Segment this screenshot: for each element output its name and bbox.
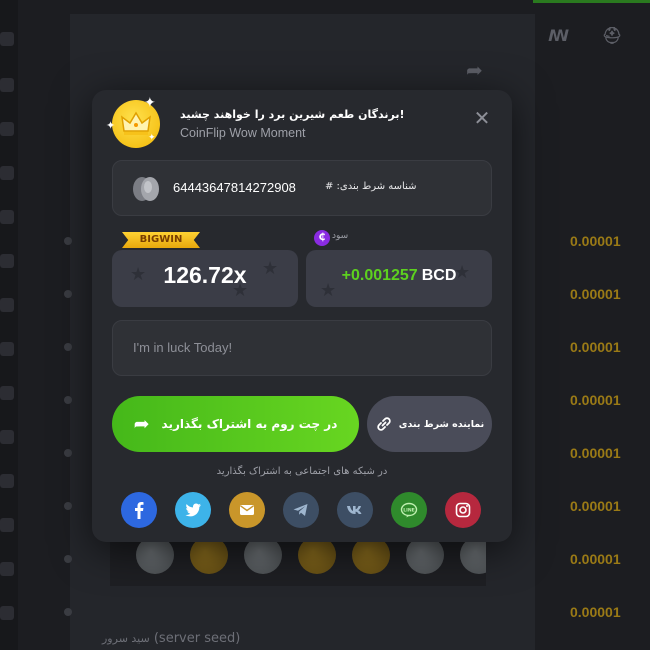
share-in-chat-label: در چت روم به اشتراک بگذارید: [161, 417, 338, 431]
social-share-label: در شبکه های اجتماعی به اشتراک بگذارید: [216, 466, 388, 477]
rail-icon[interactable]: [0, 474, 14, 488]
rail-icon[interactable]: [0, 606, 14, 620]
facebook-icon[interactable]: [121, 492, 157, 528]
rail-icon[interactable]: [0, 518, 14, 532]
row-dot: [64, 237, 72, 245]
multiplier-card: ★ ★ ★ 126.72x: [112, 250, 298, 307]
rail-icon[interactable]: [0, 78, 14, 92]
rail-icon[interactable]: [0, 210, 14, 224]
share-win-modal: ✦ ✦ ✦ !برندگان طعم شیرین برد را خواهند چ…: [92, 90, 512, 542]
social-share-row: LINE: [121, 492, 483, 528]
bet-id-box: 64443647814272908 شناسه شرط بندی: #: [112, 160, 492, 216]
row-dot: [64, 502, 72, 510]
background-row-value: 0.00001: [570, 286, 621, 302]
background-row-value: 0.00001: [570, 392, 621, 408]
row-dot: [64, 608, 72, 616]
background-row-value: 0.00001: [570, 233, 621, 249]
coin-stack-icon: [133, 177, 159, 201]
rail-icon[interactable]: [0, 562, 14, 576]
background-row-value: 0.00001: [570, 339, 621, 355]
show-bet-button[interactable]: نماینده شرط بندی: [367, 396, 492, 452]
multiplier-value: 126.72x: [163, 262, 247, 288]
bet-id-label: شناسه شرط بندی: #: [325, 181, 417, 192]
row-dot: [64, 449, 72, 457]
background-helmet-icon[interactable]: ⛑: [602, 26, 622, 45]
modal-title: !برندگان طعم شیرین برد را خواهند چشید: [180, 108, 405, 121]
bigwin-badge: BIGWIN: [122, 232, 200, 248]
profit-amount: +0.001257: [341, 267, 418, 284]
background-row-value: 0.00001: [570, 498, 621, 514]
svg-text:LINE: LINE: [403, 507, 415, 513]
row-dot: [64, 555, 72, 563]
rail-icon[interactable]: [0, 298, 14, 312]
profit-currency: BCD: [421, 267, 457, 284]
rail-icon[interactable]: [0, 386, 14, 400]
background-share-icon[interactable]: ➦: [466, 58, 483, 82]
share-message-input[interactable]: I'm in luck Today!: [112, 320, 492, 376]
profit-label: سود: [332, 231, 349, 241]
modal-subtitle: CoinFlip Wow Moment: [180, 126, 306, 140]
line-icon[interactable]: LINE: [391, 492, 427, 528]
row-dot: [64, 290, 72, 298]
left-rail: [0, 0, 18, 650]
rail-icon[interactable]: [0, 342, 14, 356]
rail-icon[interactable]: [0, 32, 14, 46]
background-row-value: 0.00001: [570, 604, 621, 620]
rail-icon[interactable]: [0, 254, 14, 268]
share-arrow-icon: ➦: [133, 413, 150, 435]
twitter-icon[interactable]: [175, 492, 211, 528]
row-dot: [64, 396, 72, 404]
show-bet-label: نماینده شرط بندی: [398, 418, 485, 430]
bet-id-value: 64443647814272908: [173, 180, 296, 195]
background-accent-line: [533, 0, 650, 3]
share-in-chat-button[interactable]: ➦ در چت روم به اشتراک بگذارید: [112, 396, 359, 452]
share-message-text: I'm in luck Today!: [133, 340, 233, 355]
server-seed-label: سید سرور (server seed): [102, 631, 241, 646]
vk-icon[interactable]: [337, 492, 373, 528]
sparkle-icon: ✦: [106, 119, 116, 132]
sparkle-icon: ✦: [144, 95, 156, 111]
background-logo-icon[interactable]: ꟿ: [548, 26, 569, 45]
telegram-icon[interactable]: [283, 492, 319, 528]
row-dot: [64, 343, 72, 351]
close-icon[interactable]: ✕: [470, 106, 494, 130]
background-row-value: 0.00001: [570, 551, 621, 567]
link-icon: [377, 417, 391, 431]
rail-icon[interactable]: [0, 122, 14, 136]
rail-icon[interactable]: [0, 166, 14, 180]
profit-card: ★ ★ +0.001257 BCD: [306, 250, 492, 307]
profit-line: +0.001257 BCD: [306, 267, 492, 285]
email-icon[interactable]: [229, 492, 265, 528]
currency-icon: ₵: [314, 230, 330, 246]
instagram-icon[interactable]: [445, 492, 481, 528]
rail-icon[interactable]: [0, 430, 14, 444]
background-row-value: 0.00001: [570, 445, 621, 461]
sparkle-icon: ✦: [148, 133, 156, 143]
